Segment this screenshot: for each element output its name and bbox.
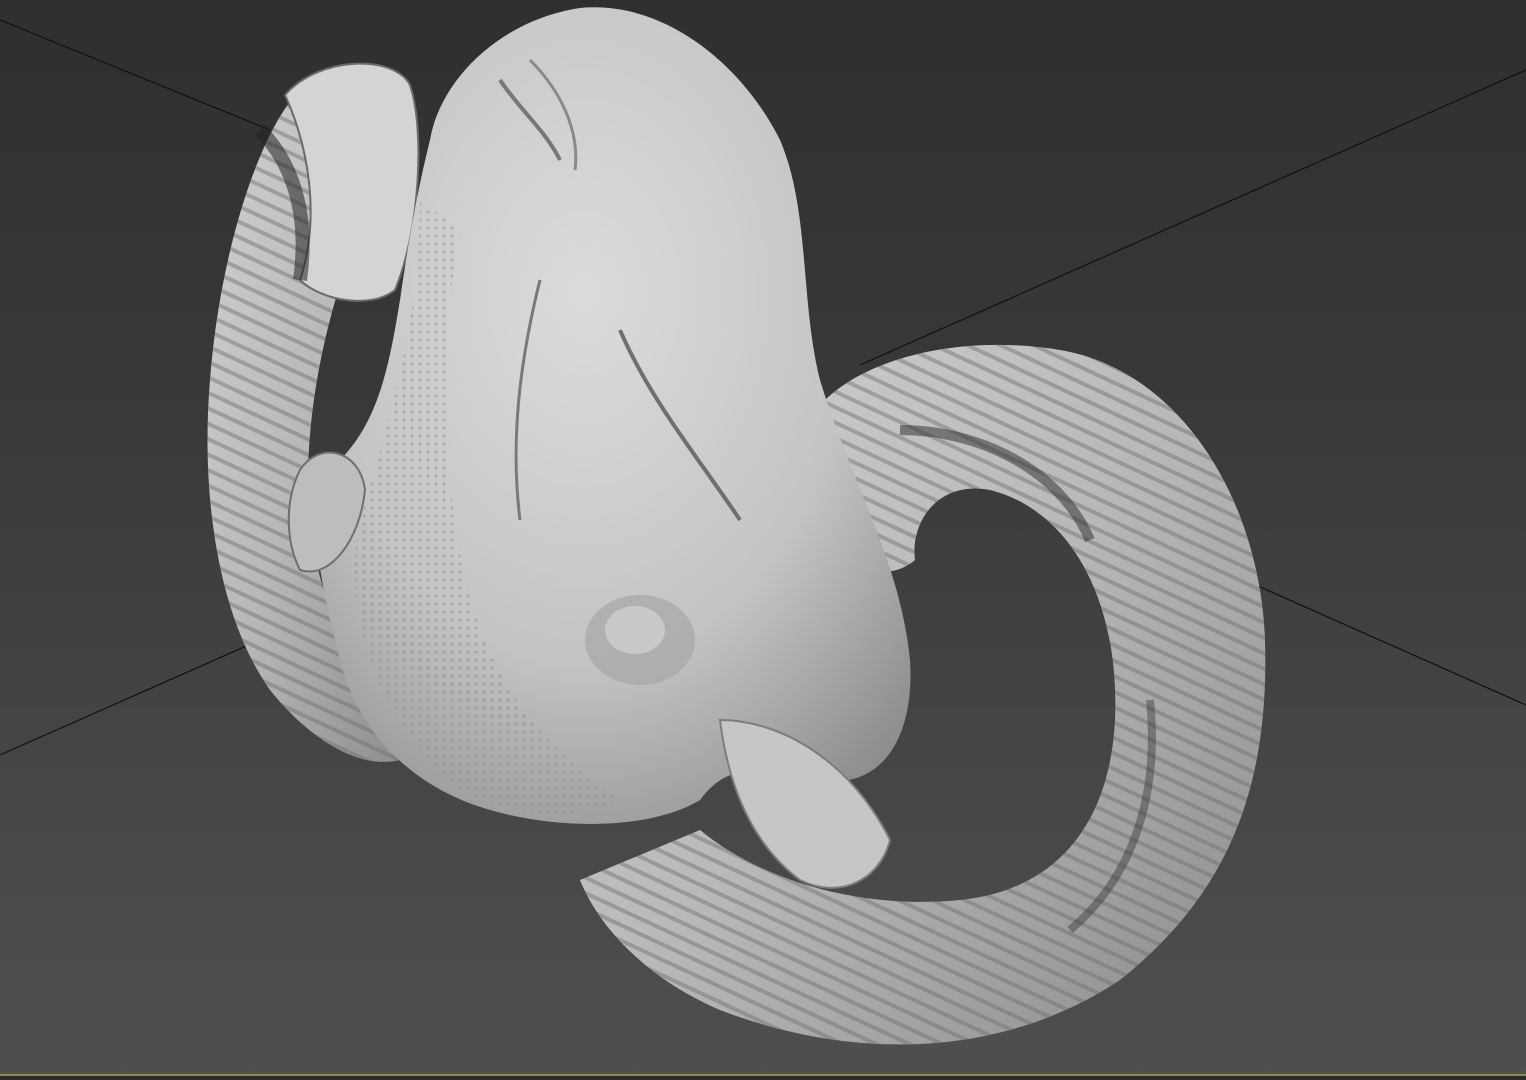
viewport-scene	[0, 7, 1526, 1045]
3d-viewport[interactable]	[0, 0, 1526, 1080]
viewport-active-border	[0, 1074, 1526, 1080]
